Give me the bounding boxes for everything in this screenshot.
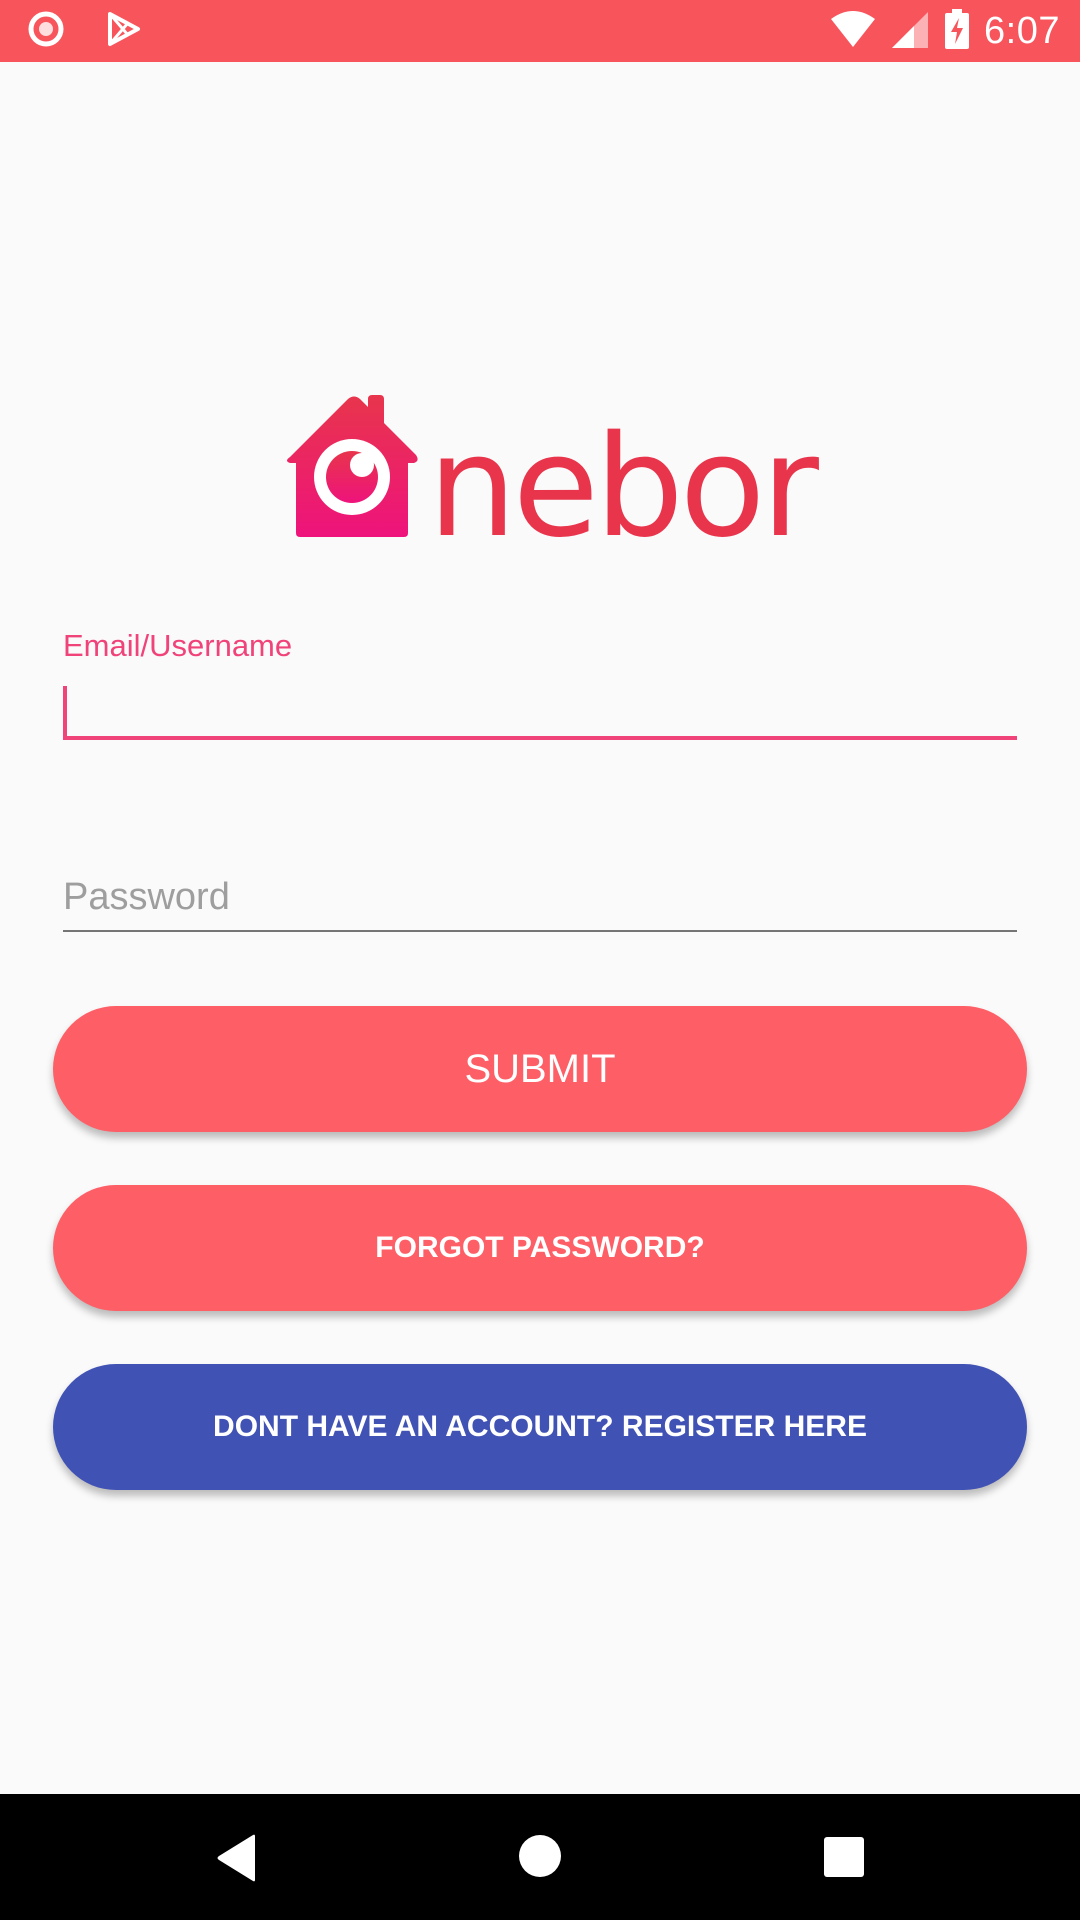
wifi-icon [830, 10, 876, 52]
recents-icon[interactable] [824, 1837, 864, 1882]
forgot-password-button[interactable]: FORGOT PASSWORD? [53, 1185, 1027, 1311]
back-icon[interactable] [215, 1834, 257, 1887]
navigation-bar [0, 1794, 1080, 1920]
play-store-icon [106, 11, 142, 52]
clock: 6:07 [984, 9, 1060, 52]
email-input[interactable] [63, 678, 1017, 740]
text-caret [63, 686, 67, 738]
app-logo: nebor [280, 395, 823, 569]
logo-wordmark: nebor [428, 406, 819, 545]
status-bar: 6:07 [0, 0, 1080, 62]
submit-button[interactable]: SUBMIT [53, 1006, 1027, 1132]
battery-charging-icon [944, 8, 970, 54]
record-icon [28, 11, 64, 52]
password-placeholder: Password [63, 876, 230, 918]
signal-icon [890, 10, 930, 53]
password-input[interactable]: Password [63, 870, 1017, 932]
home-icon[interactable] [518, 1834, 562, 1883]
house-eye-logo-icon [287, 395, 418, 537]
email-label: Email/Username [63, 628, 293, 663]
register-button[interactable]: DONT HAVE AN ACCOUNT? REGISTER HERE [53, 1364, 1027, 1490]
email-field: Email/Username [63, 628, 1017, 746]
